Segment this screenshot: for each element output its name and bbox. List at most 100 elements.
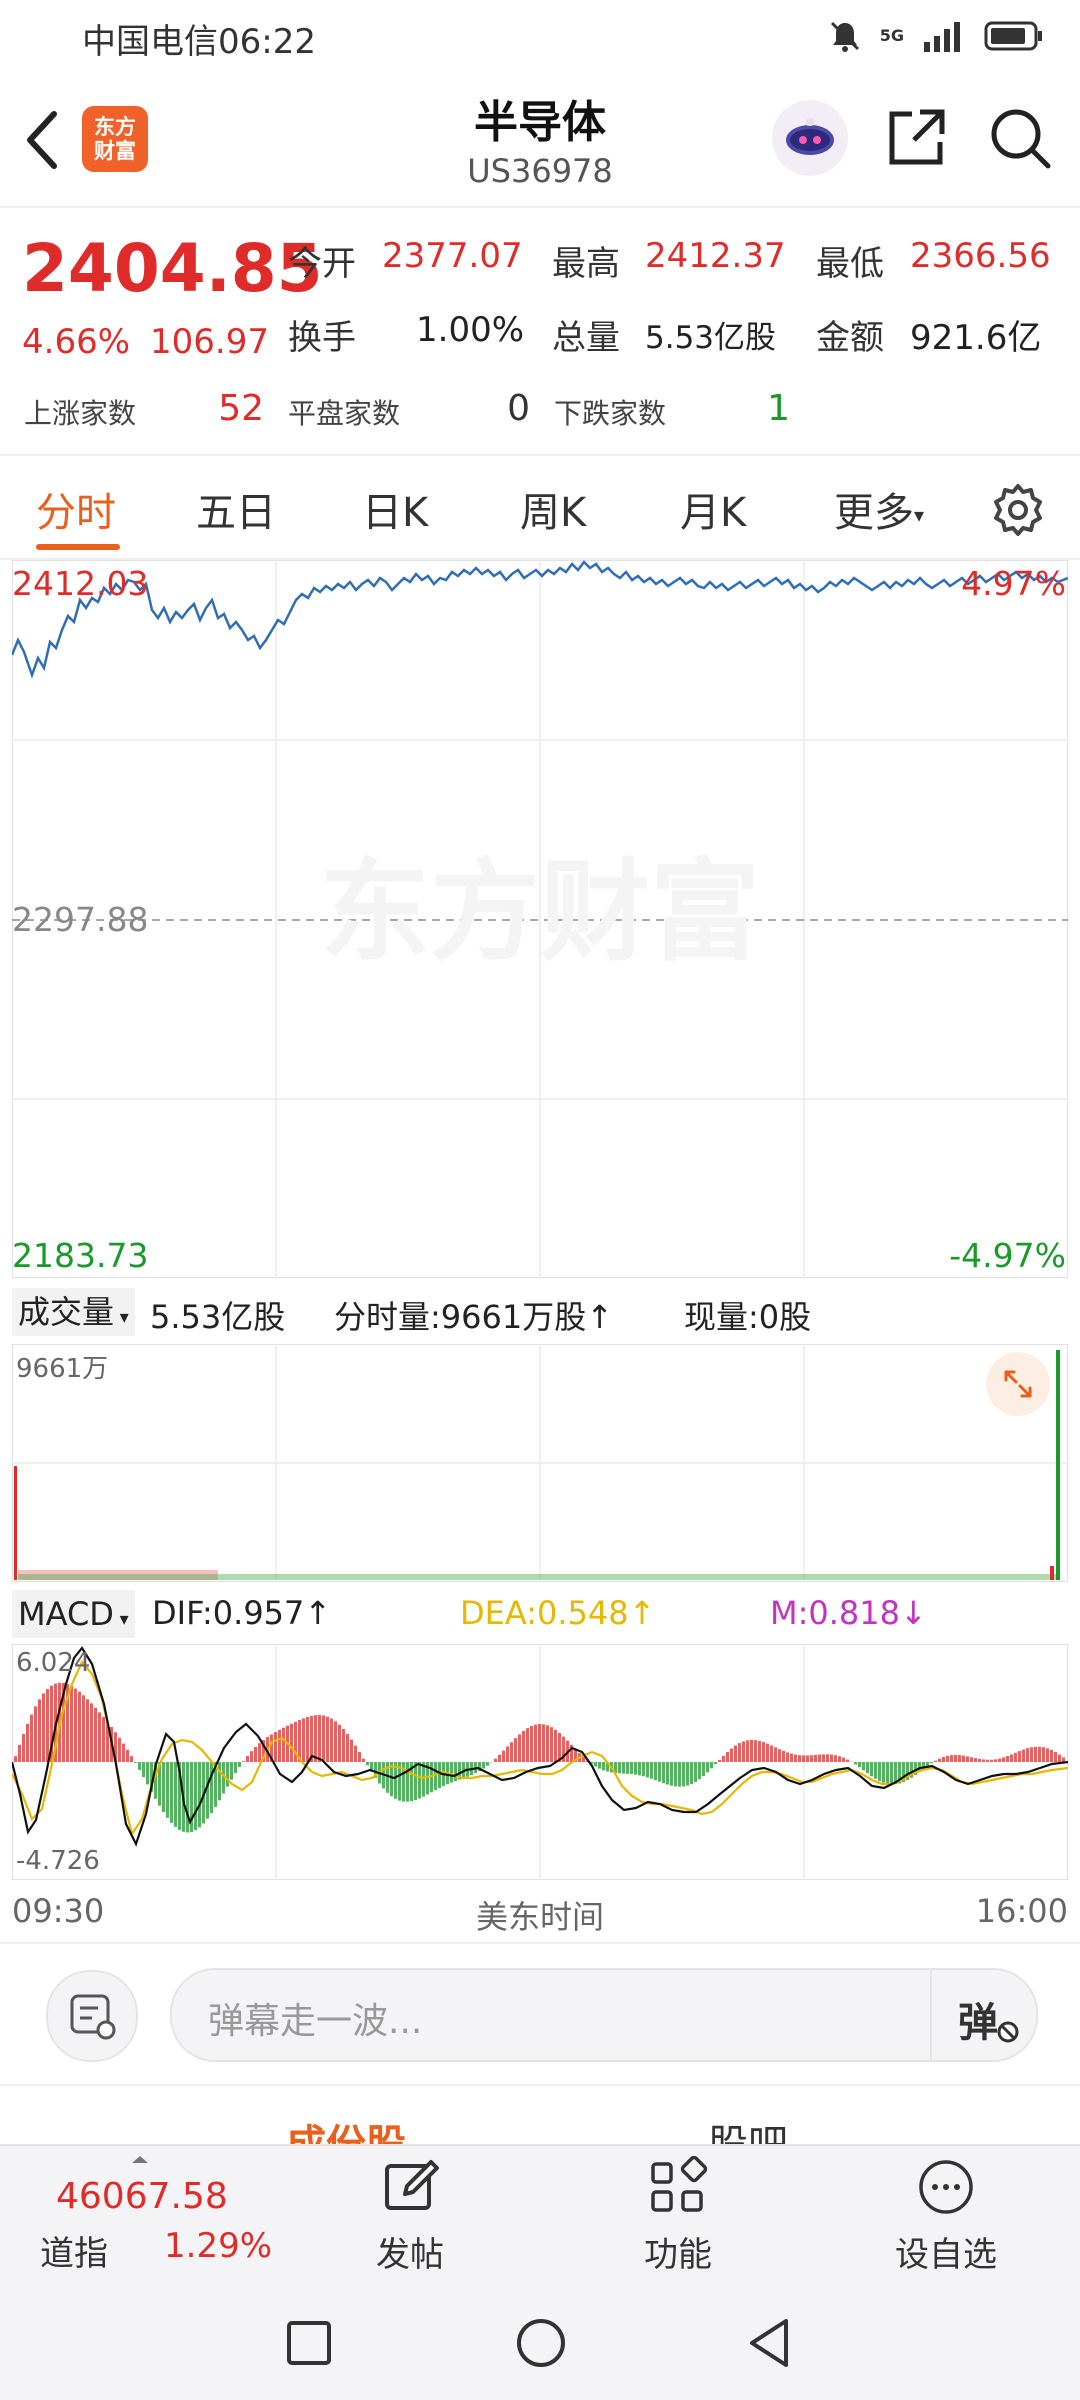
macd-histogram-bar: [858, 1762, 861, 1768]
danmaku-toggle-button[interactable]: 弹: [930, 1970, 1036, 2060]
macd-histogram-bar: [554, 1729, 557, 1762]
macd-histogram-bar: [38, 1699, 41, 1762]
macd-histogram-bar: [1034, 1746, 1037, 1762]
current-volume: 现量:0股: [684, 1298, 812, 1336]
macd-histogram-bar: [414, 1762, 417, 1801]
macd-histogram-bar: [842, 1757, 845, 1762]
post-button[interactable]: 发帖: [330, 2156, 490, 2276]
tab-monthly-k[interactable]: 月K: [680, 480, 746, 538]
macd-histogram-bar: [698, 1762, 701, 1780]
low-value: 2366.56: [910, 236, 1051, 276]
tab-daily-k[interactable]: 日K: [362, 480, 428, 538]
macd-histogram-bar: [958, 1755, 961, 1762]
macd-histogram-bar: [726, 1751, 729, 1762]
macd-histogram-bar: [778, 1749, 781, 1762]
settings-gear-icon[interactable]: [990, 482, 1046, 538]
macd-histogram-bar: [1058, 1754, 1061, 1762]
macd-histogram-bar: [530, 1726, 533, 1762]
intraday-chart[interactable]: 东方财富 2412.03 4.97% 2297.88 2183.73 -4.97…: [10, 559, 1069, 1279]
watchlist-label: 设自选: [895, 2235, 997, 2275]
macd-histogram-bar: [74, 1688, 77, 1762]
macd-histogram-bar: [82, 1695, 85, 1762]
macd-max-label: 6.024: [16, 1648, 91, 1678]
caret-down-icon: ▾: [113, 1609, 129, 1630]
macd-histogram-bar: [642, 1762, 645, 1777]
watermark-text: 东方财富: [320, 851, 760, 974]
macd-histogram-bar: [1026, 1748, 1029, 1762]
back-triangle-icon[interactable]: [744, 2316, 794, 2370]
macd-histogram-bar: [990, 1759, 993, 1762]
tab-five-day[interactable]: 五日: [196, 480, 276, 538]
macd-histogram-bar: [870, 1762, 873, 1777]
index-percent: 1.29%: [164, 2226, 273, 2266]
recent-apps-icon[interactable]: [284, 2318, 334, 2368]
index-ticker[interactable]: 46067.58 道指 1.29%: [0, 2146, 273, 2284]
macd-histogram-bar: [542, 1724, 545, 1762]
header: 东方 财富 半导体 US36978: [0, 72, 1080, 208]
intraday-chart-svg: 东方财富: [10, 559, 1069, 1279]
search-icon[interactable]: [986, 104, 1054, 172]
volume-bars-low: [18, 1574, 1058, 1580]
index-name: 道指: [40, 2234, 108, 2274]
macd-histogram-bar: [878, 1762, 881, 1781]
danmaku-settings-icon[interactable]: [46, 1970, 138, 2062]
macd-histogram-bar: [318, 1715, 321, 1762]
macd-histogram-bar: [782, 1750, 785, 1762]
high-label: 最高: [552, 244, 620, 284]
post-label: 发帖: [376, 2235, 444, 2275]
macd-histogram-bar: [526, 1728, 529, 1762]
macd-histogram-bar: [1006, 1756, 1009, 1762]
tab-intraday[interactable]: 分时: [36, 480, 116, 538]
macd-histogram-bar: [14, 1756, 17, 1762]
function-button[interactable]: 功能: [598, 2155, 758, 2276]
macd-histogram-bar: [330, 1718, 333, 1762]
macd-histogram-bar: [1042, 1747, 1045, 1762]
macd-histogram-bar: [750, 1739, 753, 1762]
macd-histogram-bar: [970, 1757, 973, 1762]
macd-histogram-bar: [130, 1756, 133, 1762]
macd-histogram-bar: [986, 1759, 989, 1762]
macd-histogram-bar: [546, 1725, 549, 1762]
macd-histogram-bar: [998, 1758, 1001, 1762]
macd-histogram-bar: [538, 1724, 541, 1762]
add-watchlist-button[interactable]: 设自选: [866, 2156, 1026, 2276]
macd-histogram-bar: [994, 1759, 997, 1762]
macd-histogram-bar: [866, 1762, 869, 1774]
macd-histogram-bar: [646, 1762, 649, 1778]
home-icon[interactable]: [514, 2316, 568, 2370]
macd-histogram-bar: [618, 1762, 621, 1774]
indicator-selector[interactable]: MACD ▾: [12, 1590, 135, 1638]
robot-assistant-icon[interactable]: [772, 100, 848, 176]
up-count-label: 上涨家数: [24, 397, 137, 430]
caret-down-icon: ▾: [114, 1307, 129, 1328]
macd-histogram-bar: [46, 1688, 49, 1762]
macd-histogram-bar: [86, 1699, 89, 1762]
macd-histogram-bar: [766, 1743, 769, 1762]
tab-constituents[interactable]: 成份股: [286, 2112, 406, 2144]
stock-code: US36978: [467, 152, 613, 190]
expand-icon[interactable]: [986, 1352, 1050, 1416]
danmaku-toggle-label: 弹: [958, 2000, 998, 2046]
macd-histogram-bar: [790, 1753, 793, 1762]
flat-count-label: 平盘家数: [288, 397, 401, 430]
macd-histogram-bar: [602, 1762, 605, 1771]
macd-histogram-bar: [670, 1762, 673, 1786]
volume-chart[interactable]: 9661万: [11, 1343, 1069, 1583]
macd-histogram-bar: [946, 1755, 949, 1762]
back-arrow-icon[interactable]: [22, 108, 62, 172]
change-value: 106.97: [150, 322, 269, 362]
tab-forum[interactable]: 股吧: [708, 2112, 788, 2144]
macd-chart[interactable]: 6.024 -4.726: [10, 1643, 1069, 1881]
macd-histogram-bar: [342, 1729, 345, 1762]
macd-histogram-bar: [498, 1754, 501, 1762]
volume-selector[interactable]: 成交量 ▾: [12, 1288, 135, 1336]
volume-max-label: 9661万: [16, 1354, 109, 1384]
tab-more[interactable]: 更多▾: [834, 480, 924, 538]
axis-low-label: 2183.73: [12, 1236, 149, 1275]
danmaku-input[interactable]: 弹幕走一波... 弹: [170, 1968, 1038, 2062]
macd-histogram-bar: [290, 1723, 293, 1762]
macd-histogram-bar: [634, 1762, 637, 1775]
tab-weekly-k[interactable]: 周K: [520, 480, 586, 538]
share-icon[interactable]: [884, 104, 950, 170]
macd-histogram-bar: [650, 1762, 653, 1779]
